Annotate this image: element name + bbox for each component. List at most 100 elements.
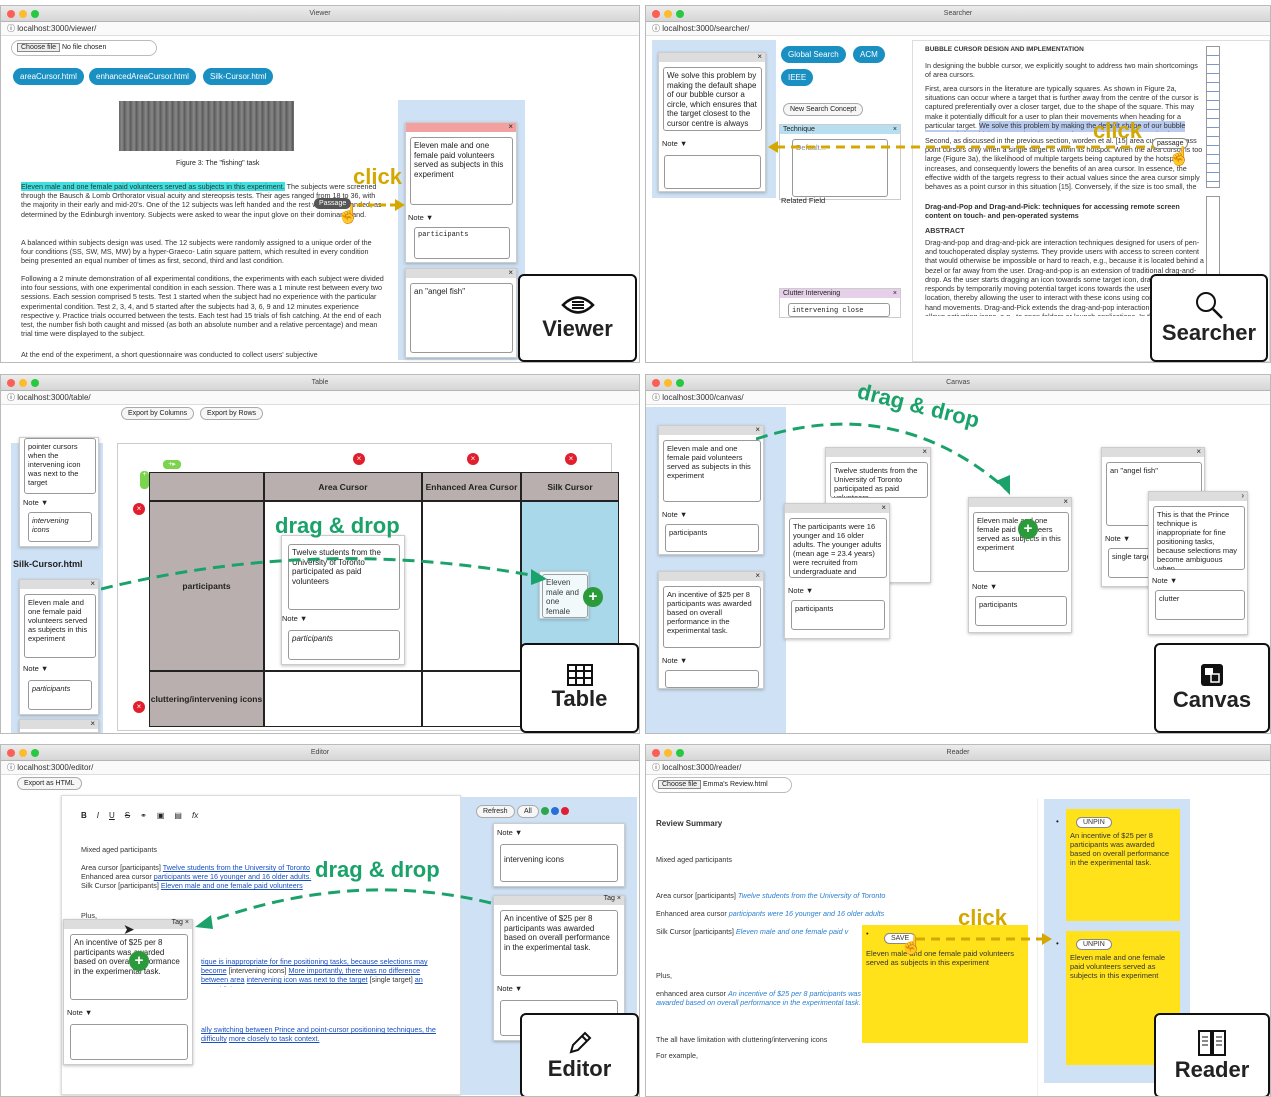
export-rows-button[interactable]: Export by Rows (200, 407, 264, 420)
note-toggle[interactable]: Note ▼ (282, 614, 307, 623)
italic-button[interactable]: I (97, 811, 99, 820)
delete-row-icon[interactable]: × (133, 701, 145, 713)
filter-red-icon[interactable] (561, 807, 569, 815)
table-icon[interactable]: ▤ (174, 811, 182, 820)
scroll-minimap-2[interactable] (1206, 196, 1220, 276)
card-text[interactable]: This is that the Prince technique is ina… (1153, 506, 1245, 570)
note-field[interactable] (665, 670, 759, 688)
row-header[interactable]: cluttering/intervening icons (149, 671, 264, 727)
address-bar[interactable]: ⓘ localhost:3000/table/ (1, 391, 639, 405)
unpin-button[interactable]: UNPIN (1076, 817, 1112, 828)
floating-tag-card[interactable]: Tag × An incentive of $25 per 8 particip… (63, 919, 193, 1065)
add-column-button[interactable]: +▸ (163, 460, 181, 469)
delete-column-icon[interactable]: × (467, 453, 479, 465)
column-header[interactable]: Area Cursor (264, 472, 422, 501)
note-toggle[interactable]: Note ▼ (497, 984, 522, 993)
color-filters[interactable] (541, 807, 569, 815)
close-icon[interactable]: × (1196, 447, 1201, 456)
source-quote[interactable]: participants were 16 younger and 16 olde… (729, 909, 884, 918)
tag-close-icon[interactable]: Tag × (604, 895, 621, 902)
delete-row-icon[interactable]: × (133, 503, 145, 515)
card-header[interactable]: × (659, 52, 765, 62)
note-field[interactable]: participants (288, 630, 400, 660)
close-icon[interactable]: × (90, 579, 95, 588)
note-toggle[interactable]: Note ▼ (23, 498, 48, 507)
close-icon[interactable]: × (881, 503, 886, 512)
filter-all-button[interactable]: All (517, 805, 539, 818)
card-text[interactable]: We solve this problem by making the defa… (663, 67, 762, 131)
pinned-card-3[interactable]: × (19, 719, 99, 733)
export-html-button[interactable]: Export as HTML (17, 777, 82, 790)
strike-button[interactable]: S (125, 811, 130, 820)
tag-close-icon[interactable]: Tag × (172, 919, 189, 926)
card-header[interactable]: × (969, 497, 1071, 507)
pinned-card-1[interactable]: Note ▼ intervening icons (493, 823, 625, 887)
export-columns-button[interactable]: Export by Columns (121, 407, 195, 420)
editor-line[interactable]: ally switching between Prince and point-… (201, 1025, 451, 1045)
source-link[interactable]: intervening icon was next to the target (247, 975, 368, 984)
pinned-card-2[interactable]: × an "angel fish" (405, 268, 517, 358)
note-toggle[interactable]: Note ▼ (662, 139, 687, 148)
note-toggle[interactable]: Note ▼ (972, 582, 997, 591)
file-picker[interactable]: Choose file No file chosen (11, 40, 157, 56)
note-field[interactable]: participants (28, 680, 92, 710)
card-text[interactable]: Eleven male and one female paid voluntee… (663, 440, 761, 502)
bold-button[interactable]: B (81, 811, 87, 820)
close-icon[interactable]: × (893, 290, 897, 297)
note-field[interactable]: participants (414, 227, 510, 259)
card-text[interactable]: An incentive of $25 per 8 participants w… (663, 586, 761, 648)
card-header[interactable]: × (20, 579, 98, 589)
note-toggle[interactable]: Note ▼ (23, 664, 48, 673)
source-quote[interactable]: Twelve students from the University of T… (738, 891, 885, 900)
note-field[interactable]: intervening icons (28, 512, 92, 542)
card-text[interactable]: An incentive of $25 per 8 participants w… (500, 910, 618, 976)
source-link[interactable]: participants were 16 younger and 16 olde… (154, 872, 311, 881)
link-icon[interactable]: ⚭ (140, 811, 147, 820)
note-field[interactable] (70, 1024, 188, 1060)
canvas-card-4[interactable]: × The participants were 16 younger and 1… (784, 503, 890, 639)
delete-column-icon[interactable]: × (353, 453, 365, 465)
source-link[interactable]: more closely to task context. (229, 1034, 320, 1043)
card-text[interactable]: An incentive of $25 per 8 participants w… (70, 934, 188, 1000)
file-tab-enhanced[interactable]: enhancedAreaCursor.html (89, 68, 196, 85)
source-link[interactable]: Twelve students from the University of T… (163, 863, 310, 872)
column-header[interactable]: Enhanced Area Cursor (422, 472, 521, 501)
scroll-minimap[interactable] (1206, 46, 1220, 188)
new-concept-button[interactable]: New Search Concept (783, 103, 864, 116)
table-cell[interactable] (264, 671, 422, 727)
file-picker[interactable]: Choose file Emma's Review.html (652, 777, 792, 793)
global-search-button[interactable]: Global Search (781, 46, 846, 63)
table-cell[interactable] (422, 671, 521, 727)
card-header[interactable]: × (659, 425, 763, 435)
card-header[interactable]: × (659, 571, 763, 581)
note-field[interactable]: participants (665, 524, 759, 552)
card-header[interactable]: × (785, 503, 889, 513)
file-tab-silk[interactable]: Silk-Cursor.html (203, 68, 274, 85)
close-icon[interactable]: × (508, 122, 513, 131)
card-header[interactable]: › (1149, 491, 1247, 501)
note-toggle[interactable]: Note ▼ (67, 1008, 92, 1017)
card-header[interactable]: × (1102, 447, 1204, 457)
acm-button[interactable]: ACM (853, 46, 885, 63)
address-bar[interactable]: ⓘ localhost:3000/reader/ (646, 761, 1270, 775)
canvas-card-7[interactable]: › This is that the Prince technique is i… (1148, 491, 1248, 635)
file-tab-areacursor[interactable]: areaCursor.html (13, 68, 84, 85)
address-bar[interactable]: ⓘ localhost:3000/searcher/ (646, 22, 1270, 36)
note-toggle[interactable]: Note ▼ (662, 510, 687, 519)
editor-line[interactable]: tique is inappropriate for fine position… (201, 957, 441, 987)
card-header[interactable]: × (406, 122, 516, 132)
highlighted-sentence[interactable]: Eleven male and one female paid voluntee… (21, 182, 285, 191)
formula-icon[interactable]: fx (192, 811, 198, 820)
pinned-card-1[interactable]: × Eleven male and one female paid volunt… (405, 122, 517, 263)
card-header[interactable]: Tag × (494, 895, 624, 905)
card-header[interactable]: × (20, 719, 98, 729)
underline-button[interactable]: U (109, 811, 115, 820)
unpin-button[interactable]: UNPIN (1076, 939, 1112, 950)
note-field[interactable]: participants (791, 600, 885, 630)
note-field[interactable] (664, 155, 761, 189)
note-toggle[interactable]: Note ▼ (1152, 576, 1177, 585)
add-row-button[interactable]: + (140, 471, 149, 489)
note-toggle[interactable]: Note ▼ (1105, 534, 1130, 543)
source-quote[interactable]: Eleven male and one female paid v (736, 927, 848, 936)
delete-column-icon[interactable]: × (565, 453, 577, 465)
